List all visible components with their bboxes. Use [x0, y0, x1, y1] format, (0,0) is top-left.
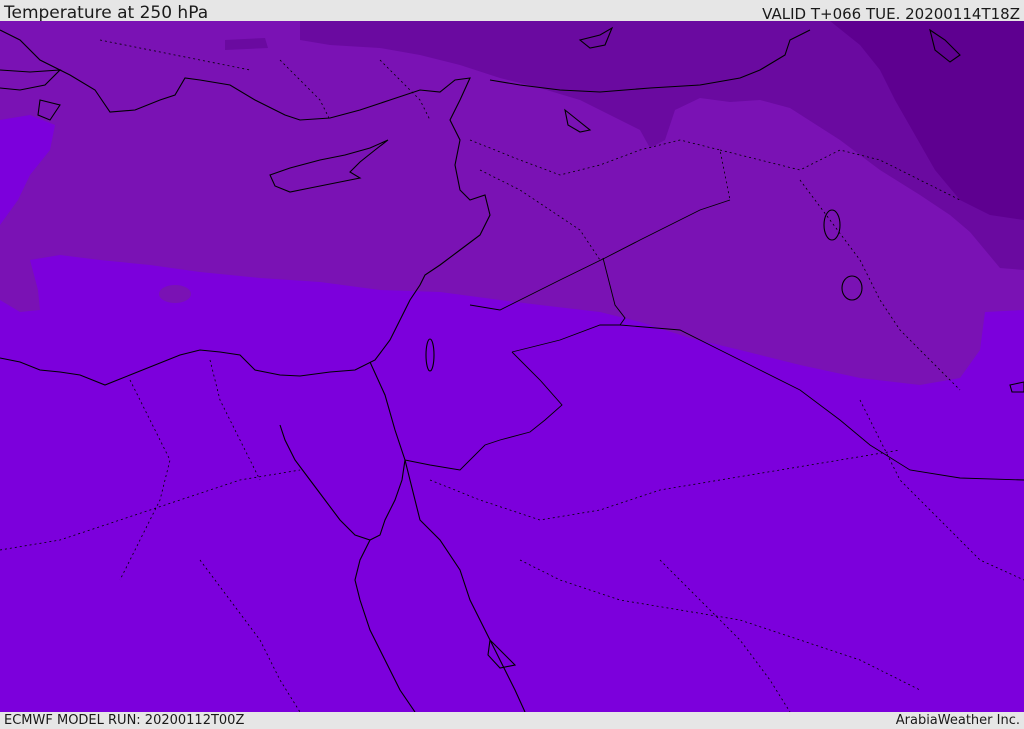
map-title: Temperature at 250 hPa	[4, 3, 209, 23]
temperature-map[interactable]	[0, 21, 1024, 712]
footer-bar: ECMWF MODEL RUN: 20200112T00Z ArabiaWeat…	[0, 712, 1024, 729]
temperature-pocket-small	[159, 285, 191, 303]
header-bar: Temperature at 250 hPa VALID T+066 TUE. …	[0, 0, 1024, 23]
model-run: ECMWF MODEL RUN: 20200112T00Z	[4, 713, 245, 728]
credit: ArabiaWeather Inc.	[895, 713, 1020, 728]
